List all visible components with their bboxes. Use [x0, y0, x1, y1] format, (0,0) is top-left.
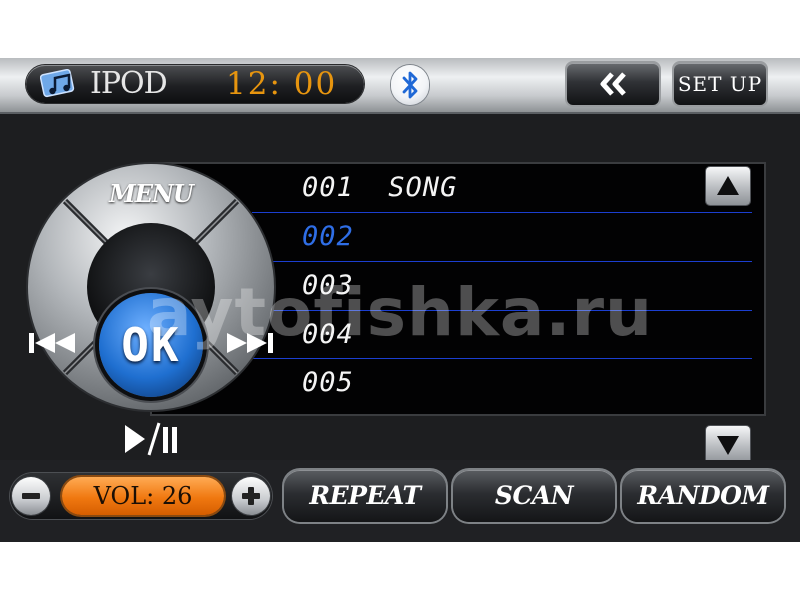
previous-track-icon [29, 333, 75, 353]
track-label: 003 [302, 270, 354, 301]
repeat-button[interactable]: REPEAT [284, 470, 446, 522]
random-button[interactable]: RANDOM [622, 470, 784, 522]
next-track-icon [227, 333, 273, 353]
scroll-down-button[interactable] [706, 426, 750, 464]
control-wheel: MENU OK [25, 161, 277, 456]
source-label: IPOD [90, 66, 168, 101]
arrow-down-icon [717, 436, 739, 455]
top-bar: IPOD 12: 00 SET UP [0, 58, 800, 114]
scan-button[interactable]: SCAN [453, 470, 615, 522]
minus-icon[interactable] [12, 477, 50, 515]
next-track-button[interactable] [217, 321, 277, 365]
back-button[interactable] [567, 63, 659, 105]
track-label: 001 SONG [302, 172, 458, 203]
ipod-player-screen: IPOD 12: 00 SET UP 001 SONG 002 003 004 … [0, 58, 800, 542]
double-chevron-left-icon [600, 72, 626, 96]
plus-icon[interactable] [232, 477, 270, 515]
play-pause-icon [125, 422, 177, 456]
previous-track-button[interactable] [25, 321, 85, 365]
track-label: 002 [302, 221, 354, 252]
music-note-icon [40, 69, 75, 98]
track-label: 005 [302, 367, 354, 398]
volume-display: VOL: 26 [62, 477, 224, 515]
play-pause-button[interactable] [111, 417, 191, 461]
clock-display: 12: 00 [226, 66, 338, 102]
setup-button[interactable]: SET UP [674, 63, 766, 105]
ok-button[interactable]: OK [99, 293, 203, 397]
ok-label: OK [121, 318, 181, 372]
bottom-bar: VOL: 26 REPEAT SCAN RANDOM [0, 460, 800, 542]
menu-button[interactable]: MENU [95, 167, 207, 221]
bluetooth-icon[interactable] [391, 65, 429, 105]
scroll-up-button[interactable] [706, 167, 750, 205]
volume-control: VOL: 26 [10, 473, 272, 519]
arrow-up-icon [717, 176, 739, 195]
source-indicator: IPOD 12: 00 [26, 65, 364, 103]
track-label: 004 [302, 319, 354, 350]
menu-label: MENU [109, 179, 194, 208]
